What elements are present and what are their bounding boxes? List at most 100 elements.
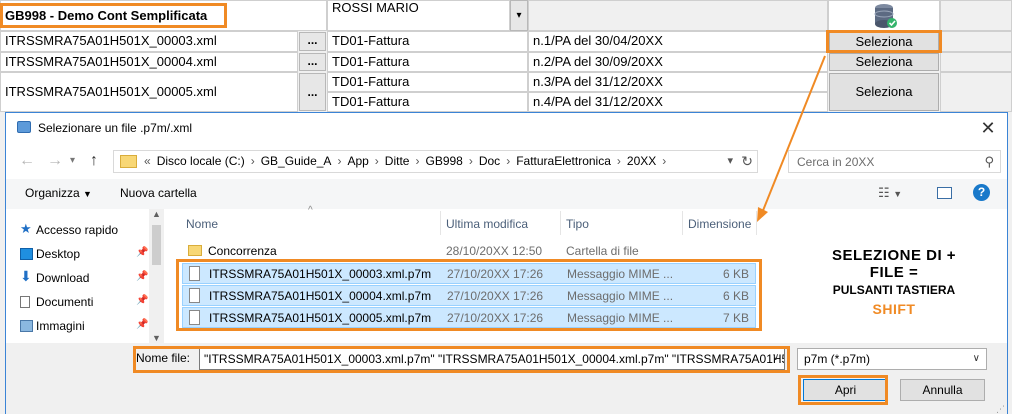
- browse-button-3[interactable]: ...: [299, 73, 326, 111]
- doc-ref-label: n.1/PA del 30/04/20XX: [533, 33, 663, 48]
- nav-item-download[interactable]: ⬇ Download 📌: [20, 268, 148, 285]
- chevron-right-icon: ›: [337, 154, 342, 168]
- refresh-icon[interactable]: ↻: [741, 153, 753, 170]
- browse-button-label: ...: [307, 33, 318, 47]
- column-separator[interactable]: [682, 211, 683, 235]
- filetype-value: p7m (*.p7m): [804, 352, 871, 366]
- select-button-label: Seleziona: [855, 54, 913, 69]
- column-header-type[interactable]: Tipo: [566, 217, 589, 231]
- file-open-dialog: Selezionare un file .p7m/.xml ✕ ← → ▾ ↑ …: [5, 112, 1008, 414]
- breadcrumb-item[interactable]: App: [347, 154, 368, 168]
- header-right-filler: [940, 0, 1012, 31]
- breadcrumb-item[interactable]: GB998: [425, 154, 462, 168]
- up-arrow-icon[interactable]: ↑: [90, 152, 98, 170]
- file-size: 6 KB: [722, 267, 749, 281]
- select-button-2[interactable]: Seleziona: [829, 53, 939, 71]
- forward-arrow-icon[interactable]: →: [47, 152, 63, 170]
- search-input[interactable]: Cerca in 20XX ⚲: [788, 150, 1001, 173]
- row3-filler: [940, 72, 1012, 112]
- client-name: ROSSI MARIO: [332, 0, 419, 15]
- chevron-down-icon: ▼: [893, 189, 903, 199]
- doc-type-2: TD01-Fattura: [327, 52, 528, 72]
- breadcrumb-item[interactable]: 20XX: [627, 154, 656, 168]
- address-bar[interactable]: « Disco locale (C:) › GB_Guide_A › App › Ditte ›…: [113, 150, 758, 173]
- help-icon[interactable]: ?: [973, 184, 990, 201]
- column-header-size[interactable]: Dimensione: [688, 217, 751, 231]
- file-row[interactable]: Concorrenza 28/10/20XX 12:50 Cartella di…: [182, 241, 756, 262]
- select-button-label: Seleziona: [855, 34, 913, 49]
- filename-input[interactable]: "ITRSSMRA75A01H501X_00003.xml.p7m" "ITRS…: [199, 348, 785, 370]
- preview-pane-icon[interactable]: [937, 187, 952, 199]
- select-button-3[interactable]: Seleziona: [829, 73, 939, 111]
- breadcrumb-item[interactable]: FatturaElettronica: [516, 154, 611, 168]
- file-size: 7 KB: [722, 311, 749, 325]
- file-row[interactable]: ITRSSMRA75A01H501X_00003.xml.p7m 27/10/2…: [182, 263, 756, 284]
- download-icon: ⬇: [20, 268, 32, 284]
- scroll-down-icon[interactable]: ▼: [152, 333, 161, 343]
- breadcrumb-item[interactable]: Disco locale (C:): [157, 154, 245, 168]
- breadcrumb-item[interactable]: GB_Guide_A: [261, 154, 332, 168]
- view-options-icon[interactable]: ☷ ▼: [878, 185, 902, 201]
- organize-menu[interactable]: Organizza ▼: [25, 186, 92, 200]
- nav-item-label: Immagini: [36, 319, 85, 333]
- nav-item-label: Accesso rapido: [36, 223, 119, 237]
- dialog-titlebar[interactable]: Selezionare un file .p7m/.xml ✕: [6, 113, 1007, 143]
- nav-item-quick-access[interactable]: ★ Accesso rapido: [20, 221, 119, 237]
- column-separator[interactable]: [560, 211, 561, 235]
- file-row[interactable]: ITRSSMRA75A01H501X_00004.xml.p7m 27/10/2…: [182, 285, 756, 306]
- doc-type-label: TD01-Fattura: [332, 74, 410, 89]
- annotation-line: SELEZIONE DI +: [831, 247, 957, 264]
- column-separator[interactable]: [756, 211, 757, 235]
- pin-icon[interactable]: 📌: [136, 319, 148, 330]
- filetype-select[interactable]: p7m (*.p7m) ∨: [797, 348, 987, 370]
- file-cell-1: ITRSSMRA75A01H501X_00003.xml: [0, 31, 298, 52]
- nav-scroll-thumb[interactable]: [152, 225, 161, 265]
- browse-button-1[interactable]: ...: [299, 32, 326, 51]
- breadcrumb-item[interactable]: Ditte: [385, 154, 410, 168]
- nav-item-desktop[interactable]: Desktop 📌: [20, 247, 148, 261]
- cancel-button[interactable]: Annulla: [900, 379, 985, 401]
- company-name: GB998 - Demo Cont Semplificata: [5, 8, 208, 23]
- folder-icon: [120, 155, 137, 168]
- scroll-up-icon[interactable]: ▲: [152, 209, 161, 219]
- nav-scrollbar[interactable]: ▲ ▼: [149, 209, 164, 343]
- resize-grip-icon[interactable]: ⋰: [996, 404, 1005, 414]
- browse-button-label: ...: [307, 85, 318, 99]
- nav-item-label: Desktop: [36, 247, 81, 261]
- file-row[interactable]: ITRSSMRA75A01H501X_00005.xml.p7m 27/10/2…: [182, 307, 756, 328]
- chevron-right-icon: ›: [662, 154, 667, 168]
- pin-icon[interactable]: 📌: [136, 247, 148, 258]
- company-cell: GB998 - Demo Cont Semplificata: [0, 0, 327, 31]
- search-placeholder: Cerca in 20XX: [797, 155, 875, 169]
- chevron-down-icon[interactable]: ∨: [772, 352, 779, 363]
- new-folder-button[interactable]: Nuova cartella: [120, 186, 197, 200]
- organize-label: Organizza: [25, 186, 80, 200]
- address-dropdown-icon[interactable]: ▾: [727, 154, 733, 167]
- open-button[interactable]: Apri: [803, 379, 888, 401]
- doc-type-label: TD01-Fattura: [332, 54, 410, 69]
- documents-icon: [20, 296, 30, 308]
- pin-icon[interactable]: 📌: [136, 271, 148, 282]
- breadcrumb-item[interactable]: Doc: [479, 154, 500, 168]
- address-row: ← → ▾ ↑ « Disco locale (C:) › GB_Guide_A › Ap…: [6, 143, 1007, 179]
- browse-button-2[interactable]: ...: [299, 53, 326, 71]
- recent-dropdown-icon[interactable]: ▾: [70, 155, 75, 166]
- client-dropdown-button[interactable]: ▾: [510, 0, 528, 31]
- navigation-pane: ★ Accesso rapido Desktop 📌 ⬇ Download 📌 …: [6, 209, 164, 343]
- chevron-right-icon: ›: [415, 154, 420, 168]
- file-icon: [189, 288, 200, 303]
- doc-ref-label: n.2/PA del 30/09/20XX: [533, 54, 663, 69]
- back-arrow-icon[interactable]: ←: [19, 152, 35, 170]
- client-cell[interactable]: ROSSI MARIO: [327, 0, 510, 31]
- breadcrumb-overflow-icon[interactable]: «: [144, 154, 151, 168]
- select-button-1[interactable]: Seleziona: [829, 32, 939, 51]
- nav-item-documents[interactable]: Documenti 📌: [20, 295, 148, 309]
- column-separator[interactable]: [440, 211, 441, 235]
- close-icon: ✕: [980, 118, 996, 138]
- column-header-name[interactable]: Nome: [186, 217, 218, 231]
- column-header-modified[interactable]: Ultima modifica: [446, 217, 528, 231]
- header-filler: [528, 0, 828, 31]
- close-button[interactable]: ✕: [975, 117, 1001, 139]
- nav-item-pictures[interactable]: Immagini 📌: [20, 319, 148, 333]
- pin-icon[interactable]: 📌: [136, 295, 148, 306]
